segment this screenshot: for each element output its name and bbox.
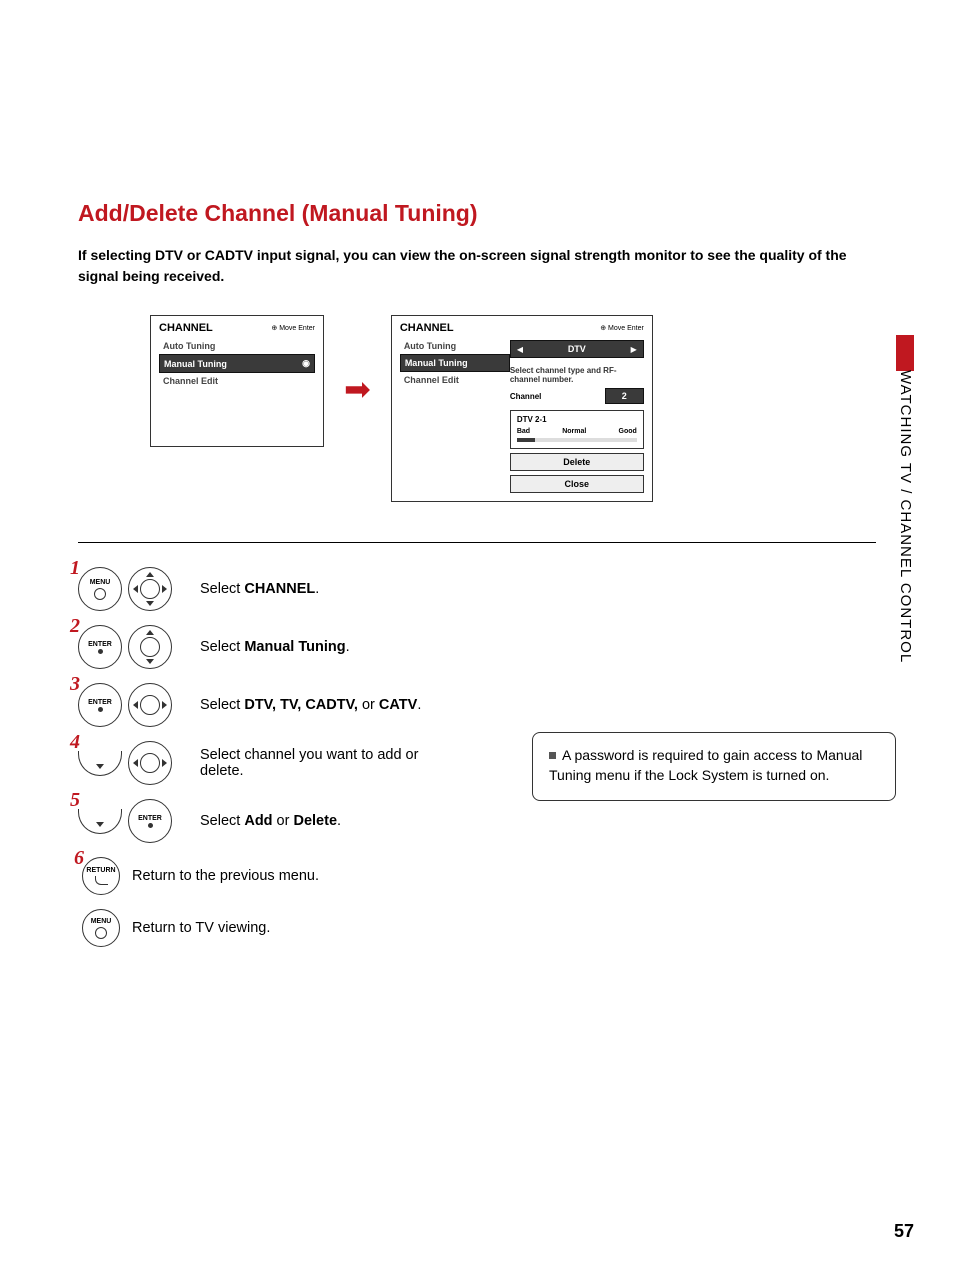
osd-channel-menu: CHANNEL ⊕ Move Enter Auto Tuning Manual … xyxy=(150,315,324,447)
osd-manual-tuning: CHANNEL ⊕ Move Enter Auto Tuning Manual … xyxy=(391,315,653,502)
intro-text: If selecting DTV or CADTV input signal, … xyxy=(78,245,876,287)
step-num: 6 xyxy=(74,847,84,870)
enter-button-icon: ENTER xyxy=(78,683,122,727)
step-7: MENU Return to TV viewing. xyxy=(78,909,876,947)
down-half-icon xyxy=(78,751,122,776)
channel-type-selector: ◀ DTV ▶ xyxy=(510,340,644,358)
step-5: 5 ENTER Select Add or Delete. xyxy=(78,799,876,843)
step-6-text: Return to the previous menu. xyxy=(132,868,319,884)
signal-bar xyxy=(517,438,637,442)
close-button: Close xyxy=(510,475,644,493)
divider xyxy=(78,542,876,543)
osd1-item-manual: Manual Tuning◉ xyxy=(159,354,315,373)
step-2: 2 ENTER Select Manual Tuning. xyxy=(78,625,876,669)
osd2-item-auto: Auto Tuning xyxy=(400,338,510,354)
enter-button-icon: ENTER xyxy=(128,799,172,843)
osd1-item-auto: Auto Tuning xyxy=(159,338,315,354)
osd2-hints: ⊕ Move Enter xyxy=(600,324,644,332)
step-3-text: Select DTV, TV, CADTV, or CATV. xyxy=(200,697,421,713)
dpad-all-icon xyxy=(128,567,172,611)
step-num: 2 xyxy=(70,615,80,638)
menu-button-icon: MENU xyxy=(82,909,120,947)
osd1-item-edit: Channel Edit xyxy=(159,373,315,389)
osd1-title: CHANNEL xyxy=(159,322,213,334)
page-title: Add/Delete Channel (Manual Tuning) xyxy=(78,200,876,227)
osd1-hints: ⊕ Move Enter xyxy=(271,324,315,332)
return-button-icon: RETURN xyxy=(82,857,120,895)
osd2-item-edit: Channel Edit xyxy=(400,372,510,388)
osd2-item-manual: Manual Tuning xyxy=(400,354,510,372)
enter-icon: ◉ xyxy=(302,358,310,369)
step-4-text: Select channel you want to add or delete… xyxy=(200,747,450,779)
left-arrow-icon: ◀ xyxy=(511,345,529,354)
enter-button-icon: ENTER xyxy=(78,625,122,669)
step-6: 6 RETURN Return to the previous menu. xyxy=(78,857,876,895)
step-1: 1 MENU Select CHANNEL. xyxy=(78,567,876,611)
right-arrow-icon: ▶ xyxy=(625,345,643,354)
note-text: A password is required to gain access to… xyxy=(549,747,862,783)
channel-label: Channel xyxy=(510,392,542,401)
signal-strength: DTV 2-1 Bad Normal Good xyxy=(510,410,644,449)
step-3: 3 ENTER Select DTV, TV, CADTV, or CATV. xyxy=(78,683,876,727)
step-7-text: Return to TV viewing. xyxy=(132,920,270,936)
osd2-title: CHANNEL xyxy=(400,322,454,334)
current-channel: DTV 2-1 xyxy=(517,415,637,424)
dpad-leftright-icon xyxy=(128,683,172,727)
osd2-instruction: Select channel type and RF-channel numbe… xyxy=(510,366,644,384)
step-num: 1 xyxy=(70,557,80,580)
bullet-square-icon xyxy=(549,752,556,759)
note-box: A password is required to gain access to… xyxy=(532,732,896,801)
osd-screenshots: CHANNEL ⊕ Move Enter Auto Tuning Manual … xyxy=(78,315,876,502)
step-2-text: Select Manual Tuning. xyxy=(200,639,350,655)
menu-button-icon: MENU xyxy=(78,567,122,611)
down-half-icon xyxy=(78,809,122,834)
arrow-right-icon: ➡ xyxy=(344,370,371,408)
dpad-leftright-icon xyxy=(128,741,172,785)
page-number: 57 xyxy=(894,1221,914,1242)
delete-button: Delete xyxy=(510,453,644,471)
channel-value: 2 xyxy=(605,388,644,404)
dpad-updown-icon xyxy=(128,625,172,669)
step-5-text: Select Add or Delete. xyxy=(200,813,341,829)
step-1-text: Select CHANNEL. xyxy=(200,581,319,597)
step-num: 3 xyxy=(70,673,80,696)
